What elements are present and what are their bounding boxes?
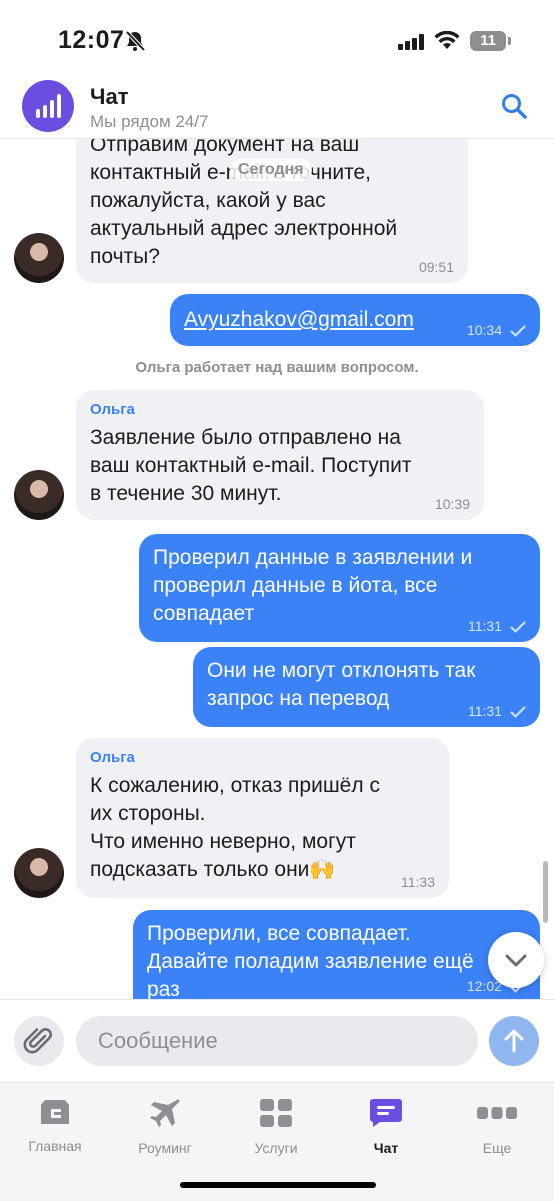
page-subtitle: Мы рядом 24/7 — [90, 112, 209, 131]
message-time: 09:51 — [418, 259, 454, 275]
message-incoming: Ольга Заявление было отправлено на ваш к… — [76, 390, 484, 520]
chat-header: Чат Мы рядом 24/7 — [0, 80, 554, 139]
scroll-to-bottom-button[interactable] — [488, 932, 544, 988]
agent-avatar[interactable] — [14, 848, 64, 898]
message-text: Проверил данные в заявлении и проверил д… — [153, 546, 473, 625]
tab-label: Услуги — [254, 1140, 298, 1156]
home-indicator — [180, 1182, 376, 1188]
message-time: 11:33 — [401, 874, 435, 890]
tab-services[interactable]: Услуги — [221, 1097, 331, 1156]
tab-label: Главная — [28, 1138, 82, 1154]
status-bar: 12:07 11 — [0, 0, 554, 80]
tab-label: Роуминг — [138, 1140, 192, 1156]
send-button[interactable] — [489, 1016, 539, 1066]
message-status: 11:31 — [468, 618, 526, 634]
scrollbar-thumb[interactable] — [543, 861, 548, 923]
check-icon — [510, 621, 526, 634]
paperclip-icon — [23, 1027, 53, 1054]
wifi-icon — [434, 31, 460, 49]
message-text: Заявление было отправлено на ваш контакт… — [90, 426, 412, 505]
check-icon — [510, 706, 526, 719]
home-icon — [41, 1100, 69, 1124]
message-list[interactable]: Отправим документ на ваш контактный е-ma… — [0, 139, 554, 999]
tab-more[interactable]: Еще — [442, 1097, 552, 1156]
search-icon[interactable] — [500, 92, 528, 120]
brand-logo — [22, 80, 74, 132]
agent-avatar[interactable] — [14, 470, 64, 520]
bell-muted-icon — [125, 30, 146, 52]
chat-icon — [370, 1099, 402, 1127]
date-separator: Сегодня — [230, 159, 312, 181]
tab-home[interactable]: Главная — [0, 1097, 110, 1154]
message-time: 10:39 — [434, 496, 470, 512]
tab-label: Еще — [482, 1140, 512, 1156]
attach-button[interactable] — [14, 1016, 64, 1066]
bars-logo-icon — [36, 94, 61, 118]
message-outgoing: Проверили, все совпадает. Давайте полади… — [133, 910, 540, 999]
services-grid-icon — [260, 1099, 292, 1127]
tab-roaming[interactable]: Роуминг — [110, 1097, 220, 1156]
message-composer — [0, 999, 554, 1083]
system-notice: Ольга работает над вашим вопросом. — [135, 359, 419, 376]
message-outgoing: Проверил данные в заявлении и проверил д… — [139, 534, 540, 642]
email-link[interactable]: Avyuzhakov@gmail.com — [184, 308, 414, 331]
message-status: 10:34 — [467, 322, 526, 338]
sender-name: Ольга — [90, 401, 135, 418]
agent-avatar[interactable] — [14, 233, 64, 283]
cellular-signal-icon — [398, 34, 424, 50]
message-time: 11:31 — [468, 703, 502, 719]
sender-name: Ольга — [90, 749, 135, 766]
message-status: 11:31 — [468, 703, 526, 719]
message-time: 11:31 — [468, 618, 502, 634]
message-incoming: Ольга К сожалению, отказ пришёл с их сто… — [76, 738, 449, 898]
message-input[interactable] — [76, 1016, 478, 1066]
chevron-down-icon — [505, 954, 527, 967]
tab-label: Чат — [373, 1140, 399, 1156]
message-outgoing: Avyuzhakov@gmail.com 10:34 — [170, 294, 540, 346]
tab-chat[interactable]: Чат — [331, 1097, 441, 1156]
message-outgoing: Они не могут отклонять так запрос на пер… — [193, 647, 540, 727]
message-text: К сожалению, отказ пришёл с их стороны. … — [90, 774, 380, 881]
battery-icon: 11 — [470, 31, 506, 51]
arrow-up-icon — [504, 1029, 524, 1053]
message-time: 10:34 — [466, 322, 502, 338]
battery-tip — [508, 37, 511, 45]
page-title: Чат — [90, 84, 129, 109]
more-dots-icon — [477, 1107, 517, 1119]
message-text: Проверили, все совпадает. Давайте полади… — [147, 922, 474, 999]
airplane-icon — [150, 1099, 180, 1127]
status-time: 12:07 — [58, 26, 125, 54]
check-icon — [510, 325, 526, 338]
message-text: Они не могут отклонять так запрос на пер… — [207, 659, 476, 710]
